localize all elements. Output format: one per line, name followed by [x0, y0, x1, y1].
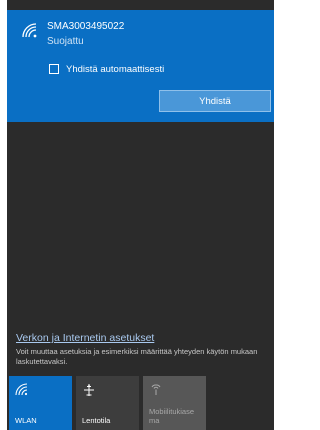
- auto-connect-checkbox[interactable]: [49, 64, 59, 74]
- network-settings-link[interactable]: Verkon ja Internetin asetukset: [16, 332, 154, 344]
- network-security-status: Suojattu: [47, 36, 84, 47]
- network-settings-description: Voit muuttaa asetuksia ja esimerkiksi mä…: [16, 347, 258, 366]
- network-ssid: SMA3003495022: [47, 21, 125, 32]
- wlan-tile[interactable]: WLAN: [9, 376, 72, 430]
- wifi-icon: [15, 383, 29, 397]
- flyout-top-strip: [7, 0, 274, 10]
- auto-connect-label[interactable]: Yhdistä automaattisesti: [66, 64, 164, 75]
- wlan-tile-label: WLAN: [15, 416, 37, 425]
- auto-connect-row[interactable]: Yhdistä automaattisesti: [49, 62, 164, 76]
- wifi-icon: [21, 22, 39, 40]
- airplane-mode-tile-label: Lentotila: [82, 416, 111, 425]
- mobile-hotspot-icon: [149, 383, 163, 397]
- network-item-selected[interactable]: SMA3003495022 Suojattu Yhdistä automaatt…: [7, 10, 274, 122]
- network-flyout: SMA3003495022 Suojattu Yhdistä automaatt…: [7, 0, 274, 430]
- mobile-hotspot-tile[interactable]: Mobiilitukiase ma: [143, 376, 206, 430]
- quick-action-tiles: WLAN Lentotila Mobiilitukiase ma: [7, 376, 274, 430]
- mobile-hotspot-tile-label: Mobiilitukiase ma: [149, 407, 195, 425]
- airplane-mode-tile[interactable]: Lentotila: [76, 376, 139, 430]
- connect-button[interactable]: Yhdistä: [159, 90, 271, 112]
- airplane-icon: [82, 383, 96, 397]
